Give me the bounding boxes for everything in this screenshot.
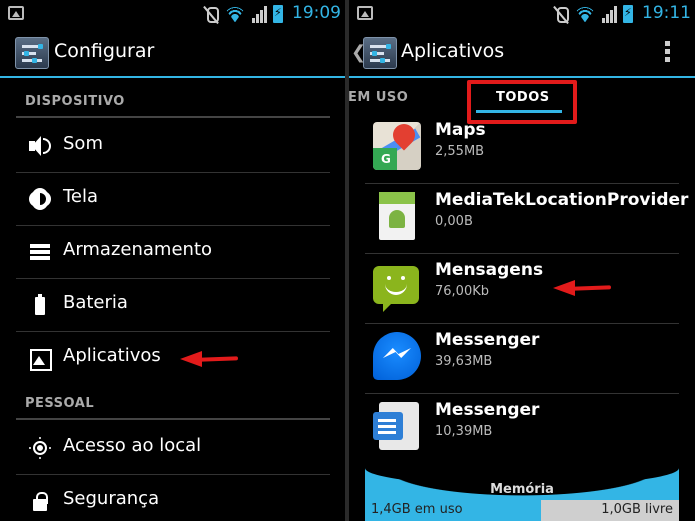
page-title: Configurar [54,40,155,62]
settings-item-battery[interactable]: Bateria [16,279,330,332]
settings-app-icon[interactable] [15,37,49,69]
volume-icon [28,134,52,158]
location-icon [28,436,52,460]
google-maps-icon: G [373,122,421,170]
app-size: 10,39MB [435,424,493,439]
memory-used-label: 1,4GB em uso [371,502,463,517]
app-row-messenger-google[interactable]: Messenger 10,39MB [365,394,679,464]
status-time: 19:09 [292,3,341,23]
facebook-messenger-icon [373,332,421,380]
wifi-icon [574,5,596,23]
settings-item-security[interactable]: Segurança [16,475,330,521]
mute-icon [554,5,569,23]
wifi-icon [224,5,246,23]
app-name: MediaTekLocationProvider [435,190,689,210]
app-size: 76,00Kb [435,284,489,299]
section-header-device: DISPOSITIVO [25,94,125,109]
settings-item-label: Som [63,133,103,154]
tab-running[interactable]: EM USO [349,90,408,105]
settings-item-display[interactable]: Tela [16,173,330,226]
app-row-messenger-facebook[interactable]: Messenger 39,63MB [365,324,679,394]
annotation-arrow [553,278,613,298]
lock-icon [28,489,52,513]
settings-item-label: Tela [63,186,99,207]
app-name: Messenger [435,330,540,350]
settings-app-icon[interactable] [363,37,397,69]
app-size: 0,00B [435,214,473,229]
app-name: Mensagens [435,260,544,280]
settings-item-label: Aplicativos [63,345,161,366]
app-row-mediatek[interactable]: MediaTekLocationProvider 0,00B [365,184,688,254]
android-app-icon [379,192,415,240]
signal-icon [252,5,267,23]
memory-usage-bar: Memória 1,4GB em uso 1,0GB livre [365,468,679,521]
overflow-menu-icon[interactable] [665,41,671,65]
messaging-icon [373,266,419,312]
settings-item-sound[interactable]: Som [16,120,330,173]
action-bar: ❮ Aplicativos [349,28,695,78]
settings-item-location[interactable]: Acesso ao local [16,422,330,475]
app-row-mensagens[interactable]: Mensagens 76,00Kb [365,254,679,324]
settings-item-label: Bateria [63,292,128,313]
storage-icon [28,240,52,264]
app-name: Messenger [435,400,540,420]
status-bar: 19:09 [0,0,345,28]
app-size: 2,55MB [435,144,485,159]
settings-item-label: Acesso ao local [63,435,202,456]
brightness-icon [28,187,52,211]
signal-icon [602,5,617,23]
memory-free-label: 1,0GB livre [601,502,673,517]
google-messenger-icon [373,402,419,450]
apps-screen: 19:11 ❮ Aplicativos EM USO TODOS G Maps … [349,0,695,521]
memory-title: Memória [490,482,554,497]
mute-icon [204,5,219,23]
battery-charging-icon [273,5,283,23]
battery-icon [28,293,52,317]
action-bar: Configurar [0,28,345,78]
status-bar: 19:11 [349,0,695,28]
app-row-maps[interactable]: G Maps 2,55MB [365,114,679,184]
settings-item-storage[interactable]: Armazenamento [16,226,330,279]
page-title: Aplicativos [401,40,505,62]
settings-screen: 19:09 Configurar DISPOSITIVO Som Tela Ar… [0,0,345,521]
app-size: 39,63MB [435,354,493,369]
apps-icon [28,346,52,371]
annotation-arrow [180,349,240,369]
app-name: Maps [435,120,486,140]
settings-item-apps[interactable]: Aplicativos [16,332,330,385]
settings-item-label: Segurança [63,488,160,509]
gallery-notification-icon [357,6,373,20]
section-header-personal: PESSOAL [25,396,95,411]
settings-item-label: Armazenamento [63,239,213,260]
gallery-notification-icon [8,6,24,20]
battery-charging-icon [623,5,633,23]
status-time: 19:11 [642,3,691,23]
